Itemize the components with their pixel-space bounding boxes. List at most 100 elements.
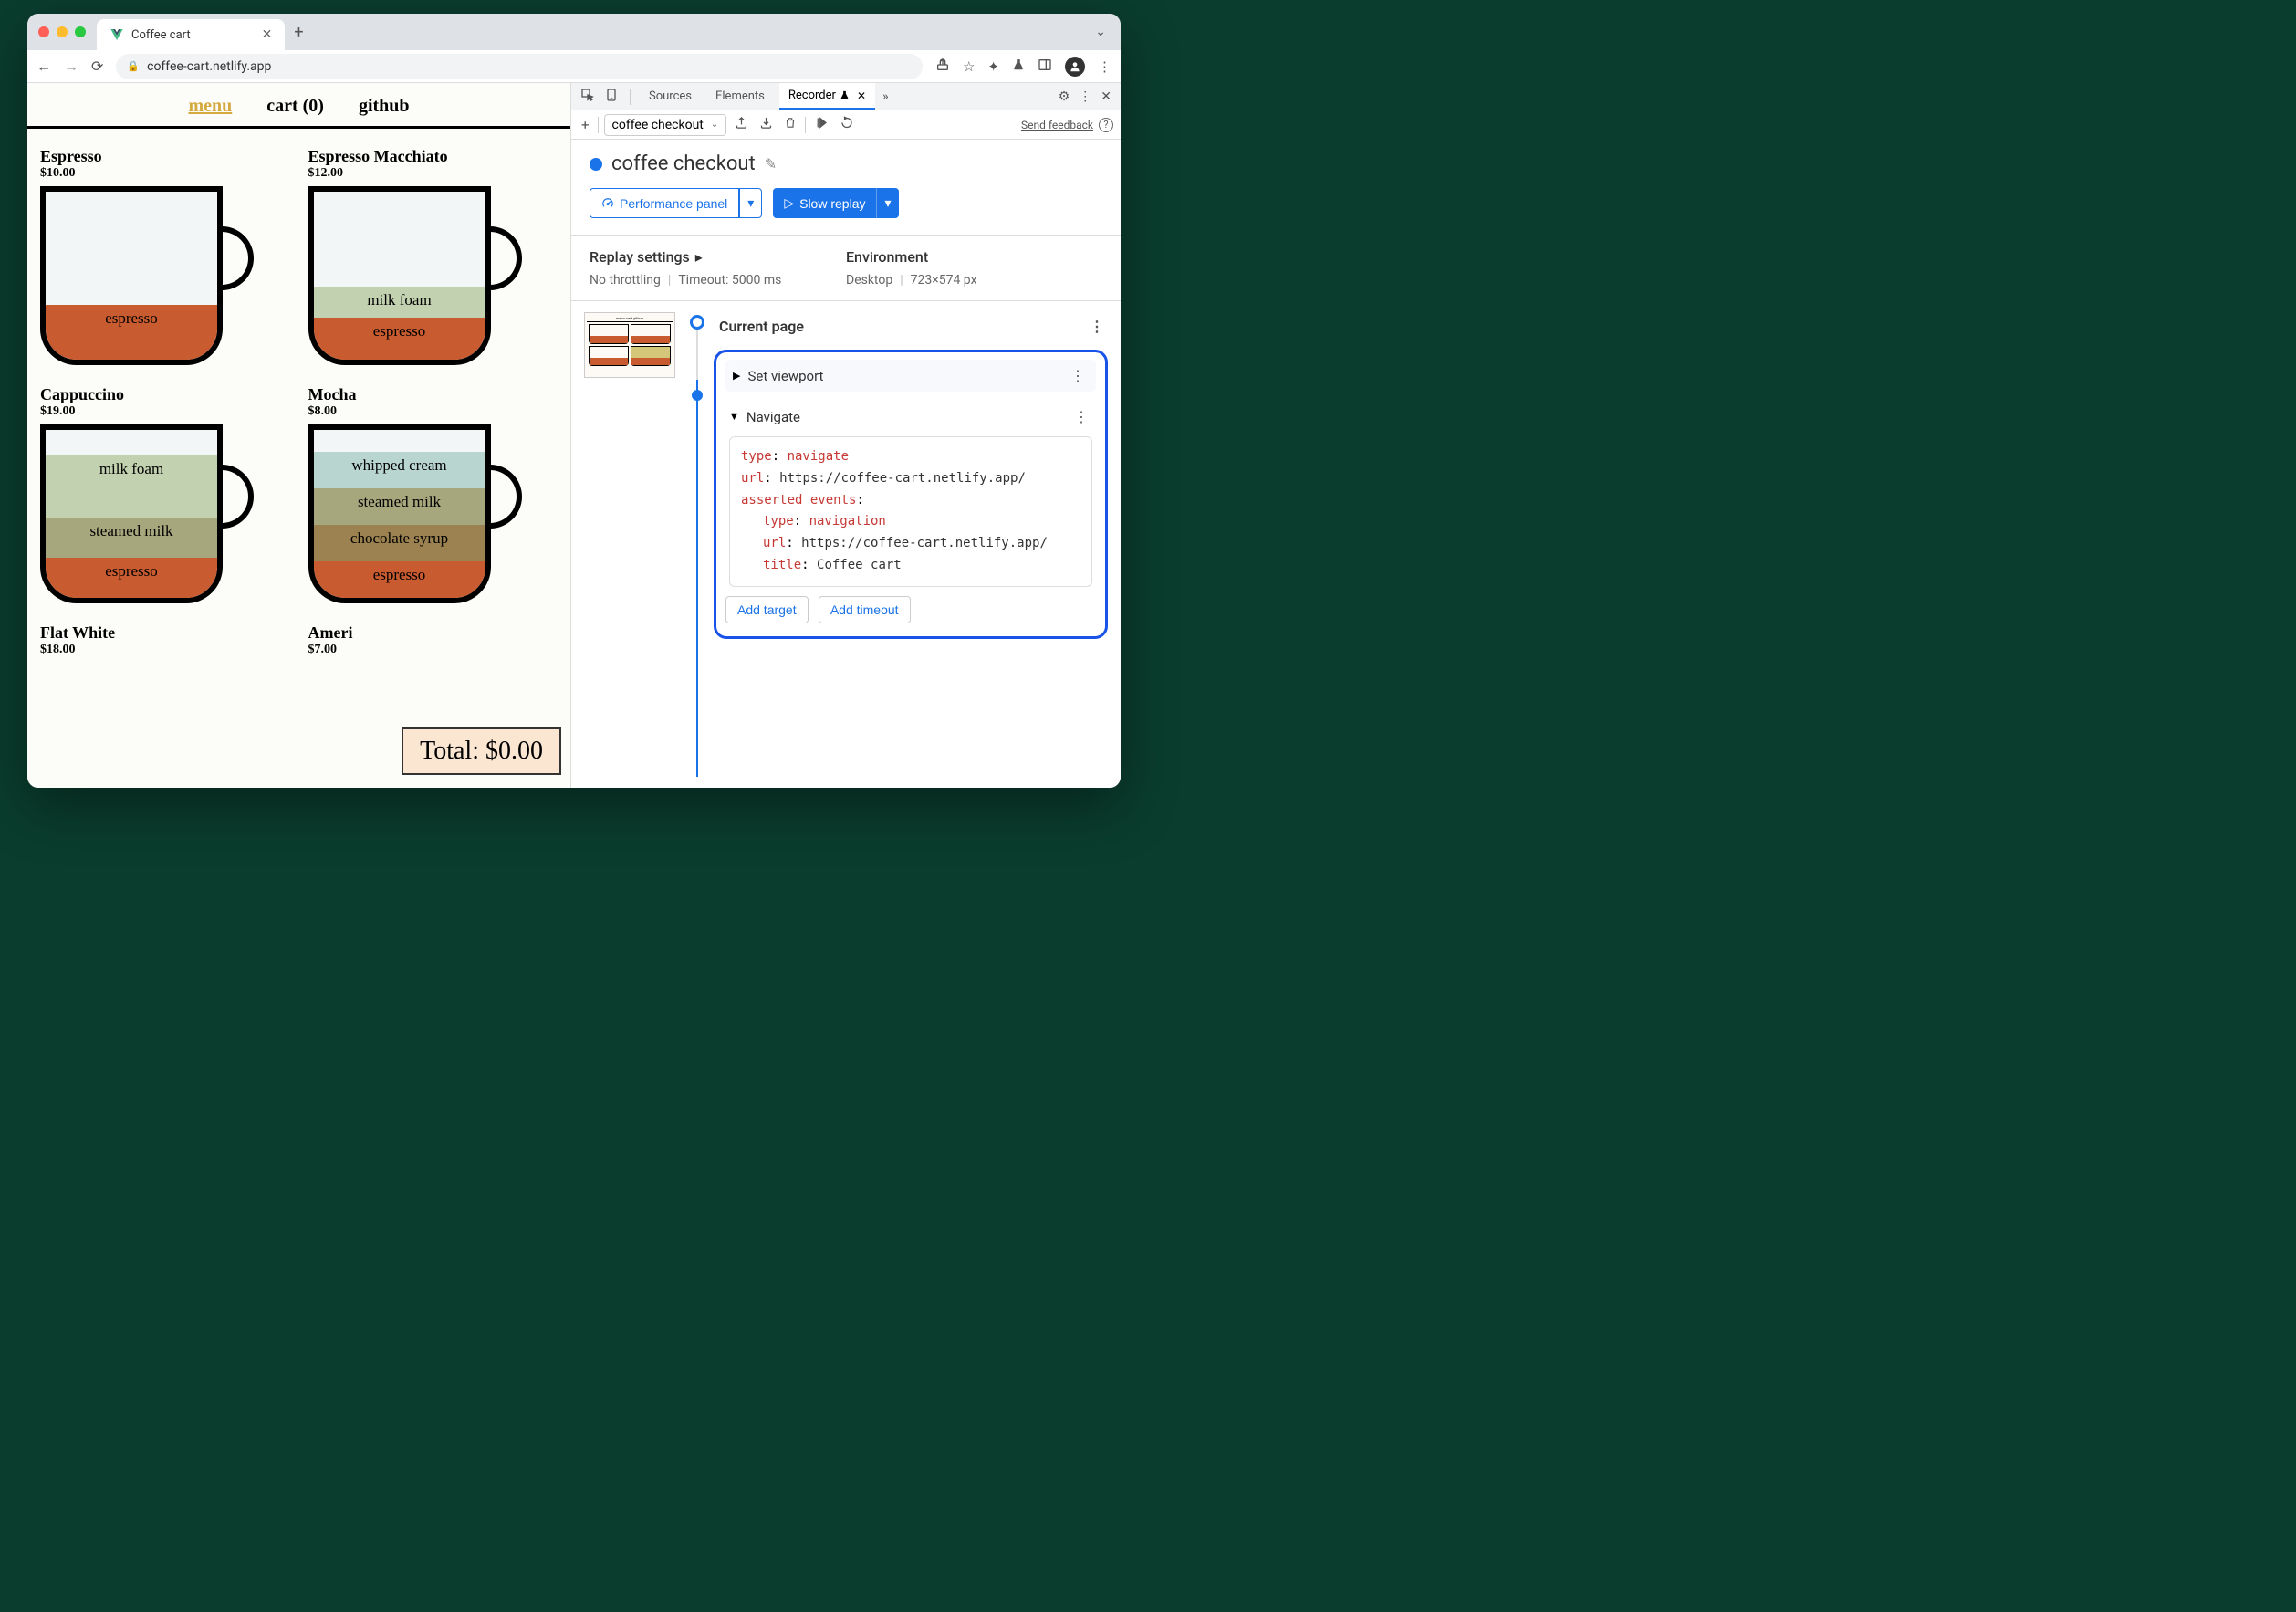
chevron-down-icon[interactable]: ▾ bbox=[876, 188, 898, 218]
cup-graphic: milk foam espresso bbox=[308, 186, 527, 369]
chevron-right-icon: ▸ bbox=[695, 248, 703, 266]
layer-milk-foam: milk foam bbox=[314, 287, 485, 318]
product-price: $12.00 bbox=[308, 166, 558, 181]
product-price: $18.00 bbox=[40, 643, 290, 657]
layer-steamed-milk: steamed milk bbox=[314, 488, 485, 525]
site-nav: menu cart (0) github bbox=[27, 83, 570, 129]
product-macchiato[interactable]: Espresso Macchiato $12.00 milk foam espr… bbox=[308, 147, 558, 369]
inspect-icon[interactable] bbox=[579, 88, 597, 106]
layer-steamed-milk: steamed milk bbox=[46, 518, 217, 558]
minimize-window-button[interactable] bbox=[57, 26, 68, 37]
delete-icon[interactable] bbox=[781, 116, 799, 133]
tab-close-icon[interactable]: ✕ bbox=[857, 89, 866, 102]
recording-actions: Performance panel ▾ ▷Slow replay ▾ bbox=[571, 188, 1121, 235]
slow-replay-button[interactable]: ▷Slow replay ▾ bbox=[773, 188, 898, 218]
tab-recorder[interactable]: Recorder ✕ bbox=[779, 83, 875, 110]
product-name: Espresso bbox=[40, 147, 290, 166]
product-price: $7.00 bbox=[308, 643, 558, 657]
replay-settings[interactable]: Replay settings ▸ No throttling|Timeout:… bbox=[590, 248, 846, 288]
bookmark-icon[interactable]: ☆ bbox=[963, 58, 975, 75]
new-tab-button[interactable]: + bbox=[294, 23, 303, 42]
settings-icon[interactable]: ⚙ bbox=[1057, 89, 1072, 104]
back-button[interactable]: ← bbox=[37, 58, 51, 76]
export-icon[interactable] bbox=[732, 116, 751, 133]
continue-icon[interactable] bbox=[837, 116, 857, 133]
step-navigate[interactable]: ▼ Navigate ⋮ bbox=[725, 403, 1096, 431]
menu-icon[interactable]: ⋮ bbox=[1098, 58, 1111, 75]
panel-icon[interactable] bbox=[1038, 58, 1052, 76]
tab-elements[interactable]: Elements bbox=[706, 83, 774, 110]
nav-github[interactable]: github bbox=[359, 96, 410, 117]
reload-button[interactable]: ⟳ bbox=[91, 58, 103, 75]
screenshot-thumbnail[interactable]: menu cart github bbox=[584, 312, 675, 378]
play-icon: ▷ bbox=[784, 195, 794, 211]
close-devtools-icon[interactable]: ✕ bbox=[1099, 89, 1113, 104]
add-recording-icon[interactable]: + bbox=[579, 117, 592, 133]
browser-tab[interactable]: Coffee cart ✕ bbox=[97, 19, 285, 50]
cup-graphic: whipped cream steamed milk chocolate syr… bbox=[308, 424, 527, 607]
kebab-icon[interactable]: ⋮ bbox=[1077, 89, 1093, 104]
share-icon[interactable] bbox=[935, 58, 950, 76]
layer-espresso: espresso bbox=[314, 561, 485, 598]
layer-espresso: espresso bbox=[314, 318, 485, 360]
chrome-tab-strip: Coffee cart ✕ + ⌄ bbox=[27, 14, 1121, 50]
add-target-button[interactable]: Add target bbox=[725, 596, 809, 623]
recording-header: coffee checkout ✎ bbox=[571, 140, 1121, 188]
url-text: coffee-cart.netlify.app bbox=[147, 59, 271, 74]
cart-total[interactable]: Total: $0.00 bbox=[402, 727, 561, 775]
chevron-down-icon[interactable]: ▾ bbox=[739, 188, 762, 218]
step-group: ▶ Set viewport ⋮ ▼ Navigate ⋮ type: navi… bbox=[714, 350, 1108, 639]
product-price: $8.00 bbox=[308, 404, 558, 419]
step-icon[interactable] bbox=[811, 116, 831, 133]
step-set-viewport[interactable]: ▶ Set viewport ⋮ bbox=[725, 360, 1096, 392]
extensions-icon[interactable]: ✦ bbox=[987, 58, 999, 75]
device-icon[interactable] bbox=[602, 88, 621, 106]
performance-panel-button[interactable]: Performance panel ▾ bbox=[590, 188, 762, 218]
cup-graphic: espresso bbox=[40, 186, 259, 369]
product-cappuccino[interactable]: Cappuccino $19.00 milk foam steamed milk… bbox=[40, 385, 290, 607]
help-icon[interactable]: ? bbox=[1099, 118, 1113, 132]
layer-whipped-cream: whipped cream bbox=[314, 452, 485, 488]
recording-select[interactable]: coffee checkout ⌄ bbox=[604, 114, 727, 136]
product-americano[interactable]: Ameri $7.00 bbox=[308, 623, 558, 663]
step-node bbox=[692, 390, 703, 401]
layer-milk-foam: milk foam bbox=[46, 455, 217, 518]
cup-graphic: milk foam steamed milk espresso bbox=[40, 424, 259, 607]
flask-icon bbox=[840, 89, 850, 101]
step-details: type: navigate url: https://coffee-cart.… bbox=[729, 436, 1092, 587]
chevron-right-icon: ▶ bbox=[733, 370, 740, 382]
import-icon[interactable] bbox=[757, 116, 776, 133]
profile-avatar[interactable] bbox=[1065, 57, 1085, 77]
step-menu-icon[interactable]: ⋮ bbox=[1086, 318, 1108, 335]
step-menu-icon[interactable]: ⋮ bbox=[1067, 367, 1089, 384]
toolbar: ☆ ✦ ⋮ bbox=[935, 57, 1111, 77]
step-menu-icon[interactable]: ⋮ bbox=[1070, 408, 1092, 425]
url-field[interactable]: 🔒 coffee-cart.netlify.app bbox=[116, 54, 923, 79]
maximize-window-button[interactable] bbox=[75, 26, 86, 37]
labs-icon[interactable] bbox=[1012, 58, 1025, 76]
more-tabs-icon[interactable]: » bbox=[881, 89, 891, 104]
forward-button[interactable]: → bbox=[64, 58, 78, 76]
nav-cart[interactable]: cart (0) bbox=[266, 96, 324, 117]
add-timeout-button[interactable]: Add timeout bbox=[819, 596, 911, 623]
feedback-link[interactable]: Send feedback bbox=[1021, 119, 1093, 131]
tab-sources[interactable]: Sources bbox=[640, 83, 701, 110]
product-flat-white[interactable]: Flat White $18.00 bbox=[40, 623, 290, 663]
product-mocha[interactable]: Mocha $8.00 whipped cream steamed milk c… bbox=[308, 385, 558, 607]
vue-favicon-icon bbox=[110, 27, 124, 42]
webpage: menu cart (0) github Espresso $10.00 esp… bbox=[27, 83, 570, 788]
close-window-button[interactable] bbox=[38, 26, 49, 37]
browser-window: Coffee cart ✕ + ⌄ ← → ⟳ 🔒 coffee-cart.ne… bbox=[27, 14, 1121, 788]
address-bar: ← → ⟳ 🔒 coffee-cart.netlify.app ☆ ✦ ⋮ bbox=[27, 50, 1121, 83]
product-price: $19.00 bbox=[40, 404, 290, 419]
settings-row: Replay settings ▸ No throttling|Timeout:… bbox=[571, 235, 1121, 301]
nav-menu[interactable]: menu bbox=[188, 96, 232, 117]
tabs-overflow-icon[interactable]: ⌄ bbox=[1095, 25, 1106, 39]
tab-close-icon[interactable]: ✕ bbox=[262, 27, 273, 42]
edit-icon[interactable]: ✎ bbox=[765, 155, 777, 173]
chevron-down-icon: ⌄ bbox=[711, 120, 718, 130]
content-area: menu cart (0) github Espresso $10.00 esp… bbox=[27, 83, 1121, 788]
product-name: Ameri bbox=[308, 623, 558, 643]
product-espresso[interactable]: Espresso $10.00 espresso bbox=[40, 147, 290, 369]
devtools-tabs: Sources Elements Recorder ✕ » ⚙ ⋮ ✕ bbox=[571, 83, 1121, 110]
